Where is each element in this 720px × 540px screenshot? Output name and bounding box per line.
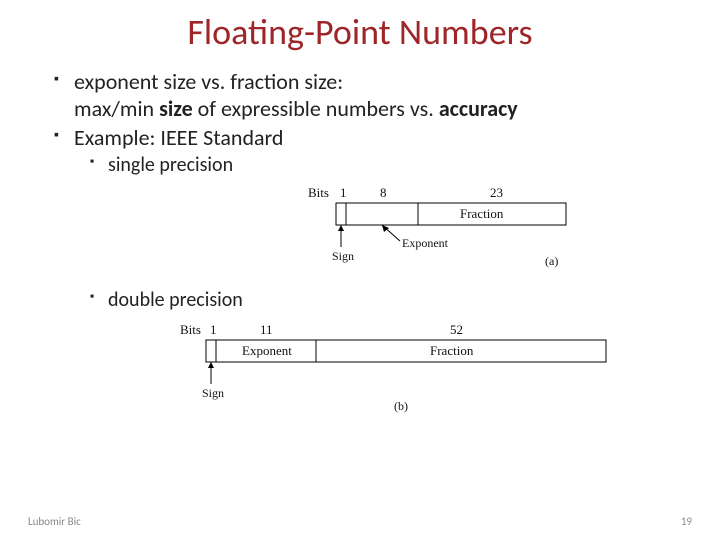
frac-bits: 23 [490,185,503,200]
exp-bits: 11 [260,322,273,337]
exp-field-label: Exponent [242,343,292,358]
text-bold: accuracy [439,95,518,122]
bits-label: Bits [180,322,201,337]
format-box [336,203,566,225]
text: of expressible numbers vs. [193,95,439,122]
diagram-double-precision: Bits 1 11 52 Exponent Fraction Sign (b) [150,320,690,421]
bullet-exponent-vs-fraction: exponent size vs. fraction size: max/min… [54,68,690,122]
sign-label: Sign [202,386,224,400]
bullet-line2: max/min size of expressible numbers vs. … [74,95,690,122]
sub-bullet-single: single precision [90,153,690,177]
sign-bits: 1 [340,185,347,200]
double-precision-svg: Bits 1 11 52 Exponent Fraction Sign (b) [150,320,630,416]
frac-bits: 52 [450,322,463,337]
footer-author: Lubomir Bic [28,515,81,528]
sub-bullet-double: double precision [90,288,690,312]
bullet-text: exponent size vs. fraction size: [74,68,343,95]
bullet-example: Example: IEEE Standard [54,124,690,151]
sign-label: Sign [332,249,354,263]
slide: Floating-Point Numbers exponent size vs.… [0,0,720,540]
footer-page-number: 19 [681,515,692,528]
bullet-text: double precision [108,288,243,312]
page-title: Floating-Point Numbers [30,10,690,54]
caption-b: (b) [394,399,408,413]
frac-field-label: Fraction [430,343,474,358]
exp-bits: 8 [380,185,387,200]
sign-bits: 1 [210,322,217,337]
caption-a: (a) [545,254,558,268]
text-bold: size [159,95,193,122]
frac-field-label: Fraction [460,206,504,221]
exponent-label: Exponent [402,236,449,250]
diagram-single-precision: Bits 1 8 23 Fraction Sign Exponent (a) [290,183,690,278]
single-precision-svg: Bits 1 8 23 Fraction Sign Exponent (a) [290,183,590,273]
arrow-head-icon [208,362,214,368]
arrow-head-icon [338,225,344,231]
bullet-text: single precision [108,153,233,177]
bits-label: Bits [308,185,329,200]
bullet-text: Example: IEEE Standard [74,124,283,151]
text: max/min [74,95,159,122]
